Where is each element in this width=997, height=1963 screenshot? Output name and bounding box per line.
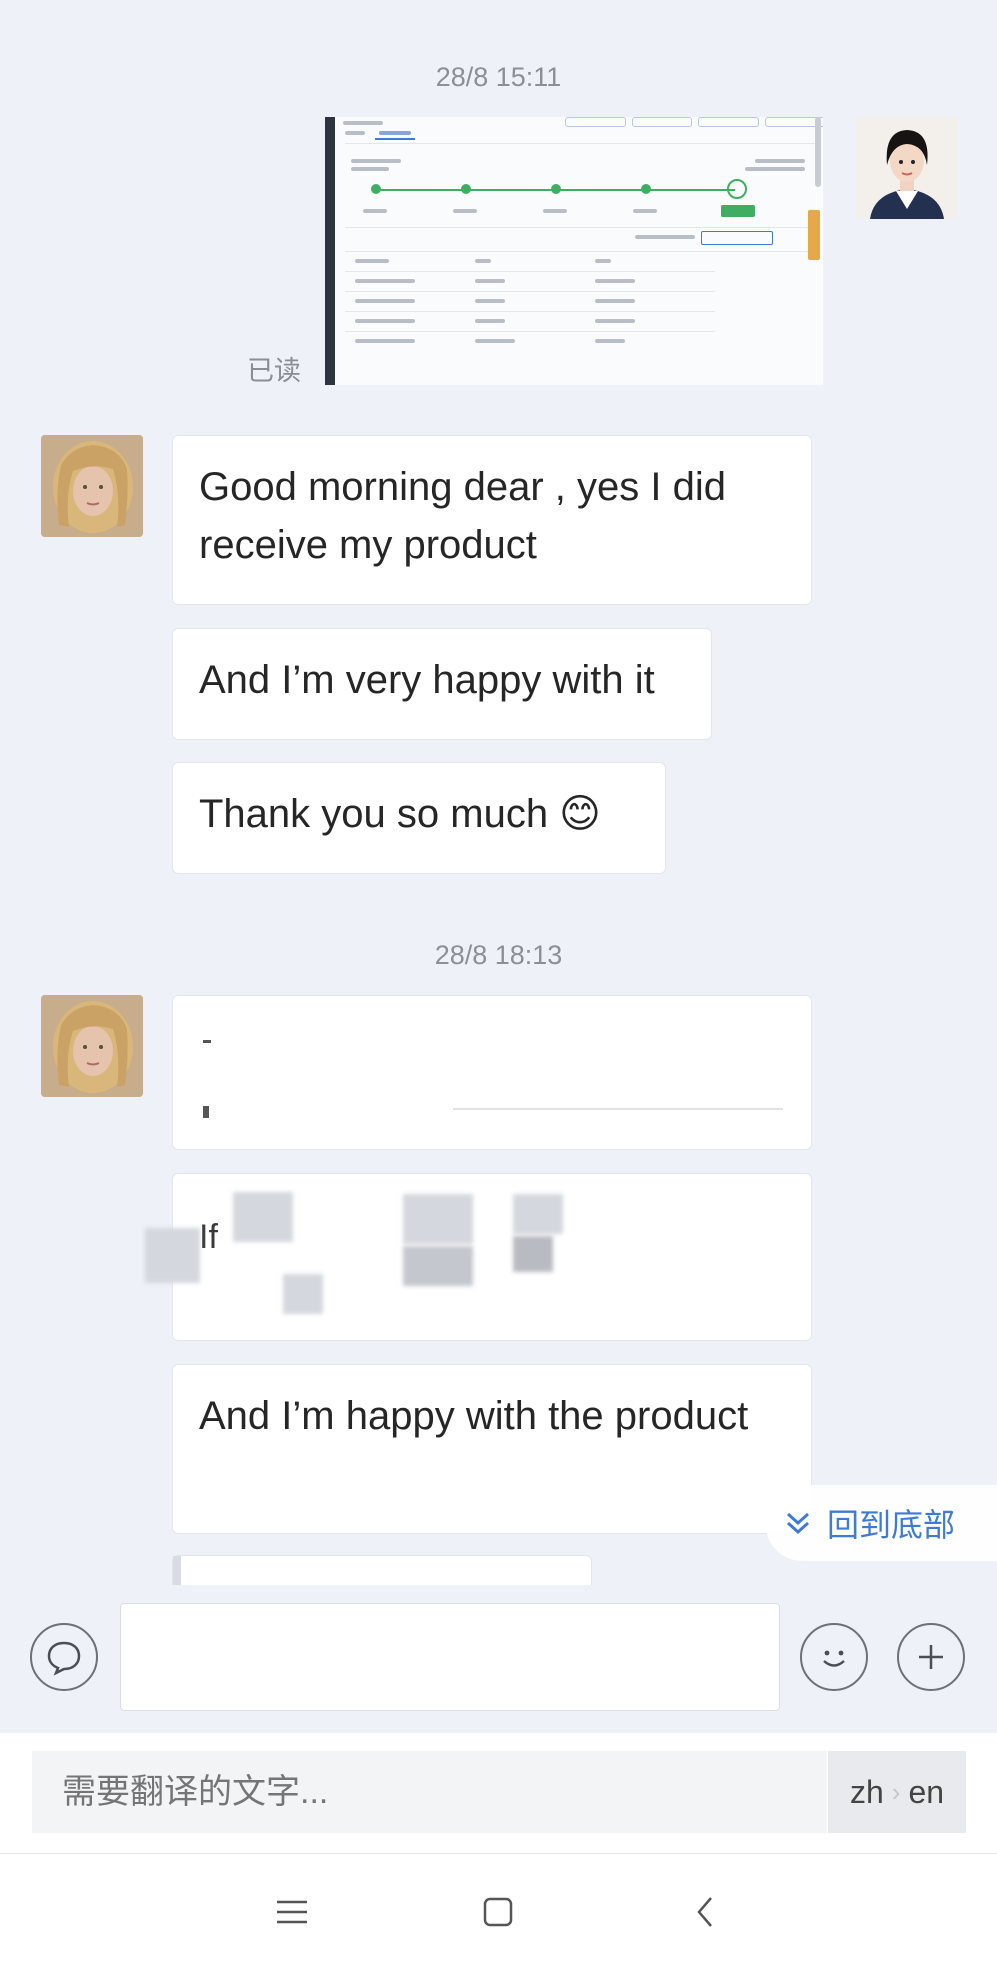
menu-icon [277,1900,307,1924]
source-language: zh [849,1773,884,1810]
redaction-blur [145,1228,200,1283]
translate-bar: zh › en [0,1733,997,1853]
image-edge-accent [808,210,820,260]
target-language: en [908,1773,945,1810]
timestamp: 28/8 18:13 [434,940,563,970]
scroll-to-bottom-button[interactable]: 回到底部 [765,1485,997,1561]
home-button[interactable] [468,1882,528,1942]
message-bubble[interactable]: And I’m happy with the product [172,1364,812,1534]
smiley-icon [823,1650,845,1667]
contact-avatar[interactable] [41,435,143,537]
message-bubble[interactable]: Thank you so much 😊 [172,762,666,874]
emoji-button[interactable] [800,1623,868,1691]
obscured-text-fragment: If [199,1218,218,1256]
back-button[interactable] [676,1882,736,1942]
avatar-portrait-icon [856,117,958,219]
back-chevron-icon [697,1897,712,1927]
voice-toggle-button[interactable] [30,1623,98,1691]
scroll-to-bottom-label: 回到底部 [827,1507,956,1543]
self-avatar[interactable] [856,117,958,219]
sent-image-message[interactable] [325,117,823,385]
system-nav-bar [0,1853,997,1963]
message-input-bar [0,1585,997,1733]
contact-avatar[interactable] [41,995,143,1097]
timestamp: 28/8 15:11 [435,62,562,92]
chat-area[interactable]: 28/8 15:11 已读 Good morning dear , yes I … [0,0,997,1585]
more-options-button[interactable] [897,1623,965,1691]
avatar-portrait-icon [41,995,143,1097]
language-toggle[interactable]: zh › en [828,1751,966,1833]
menu-button[interactable] [262,1882,322,1942]
home-square-icon [483,1897,513,1927]
message-bubble[interactable]: Good morning dear , yes I did receive my… [172,435,812,605]
read-status: 已读 [247,356,301,386]
double-chevron-down-icon [786,1512,810,1535]
obscured-message-bubble[interactable]: If [172,1173,812,1341]
language-separator: › [891,1776,901,1807]
translate-input[interactable] [32,1751,827,1833]
partial-message-bubble[interactable] [172,1555,592,1585]
plus-icon [919,1645,943,1669]
obscured-message-bubble[interactable] [172,995,812,1150]
avatar-portrait-icon [41,435,143,537]
chat-bubble-icon [47,1641,81,1676]
message-input[interactable] [120,1603,780,1711]
message-bubble[interactable]: And I’m very happy with it [172,628,712,740]
